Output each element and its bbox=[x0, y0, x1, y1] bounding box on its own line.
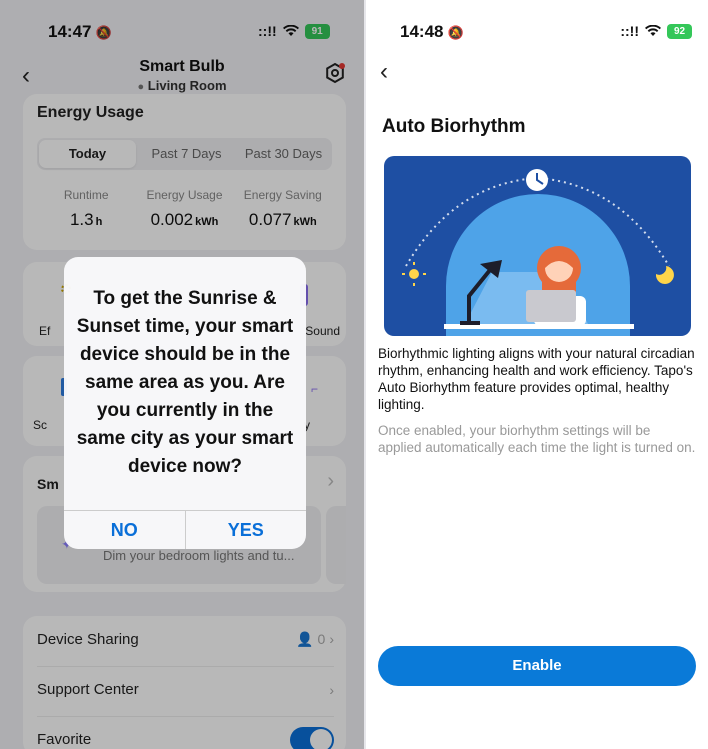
smart-bulb-screen: 14:47 🔕 ::!! 91 ‹ Smart Bulb ● Living Roo… bbox=[0, 0, 364, 749]
status-icons: ::!! 92 bbox=[620, 23, 692, 39]
location-alert: To get the Sunrise & Sunset time, your s… bbox=[64, 257, 306, 549]
enable-button[interactable]: Enable bbox=[378, 646, 696, 686]
alert-buttons: NO YES bbox=[64, 511, 306, 549]
sun-icon bbox=[409, 269, 419, 279]
status-time: 14:48 bbox=[400, 22, 444, 41]
yes-button[interactable]: YES bbox=[184, 511, 307, 549]
signal-icon: ::!! bbox=[620, 23, 639, 39]
back-button[interactable]: ‹ bbox=[380, 58, 388, 86]
description-text: Biorhythmic lighting aligns with your na… bbox=[378, 346, 695, 412]
wifi-icon bbox=[645, 25, 661, 36]
page-title: Auto Biorhythm bbox=[382, 116, 526, 137]
note-text: Once enabled, your biorhythm settings wi… bbox=[378, 423, 696, 455]
auto-biorhythm-screen: 14:48 🔕 ::!! 92 ‹ Auto Biorhythm Biorhyt… bbox=[366, 0, 708, 749]
screens: 14:47 🔕 ::!! 91 ‹ Smart Bulb ● Living Roo… bbox=[0, 0, 708, 749]
bell-slash-icon: 🔕 bbox=[447, 25, 464, 40]
no-button[interactable]: NO bbox=[64, 511, 185, 549]
battery-indicator: 92 bbox=[667, 23, 692, 39]
biorhythm-illustration bbox=[384, 156, 691, 336]
alert-message: To get the Sunrise & Sunset time, your s… bbox=[76, 288, 294, 477]
